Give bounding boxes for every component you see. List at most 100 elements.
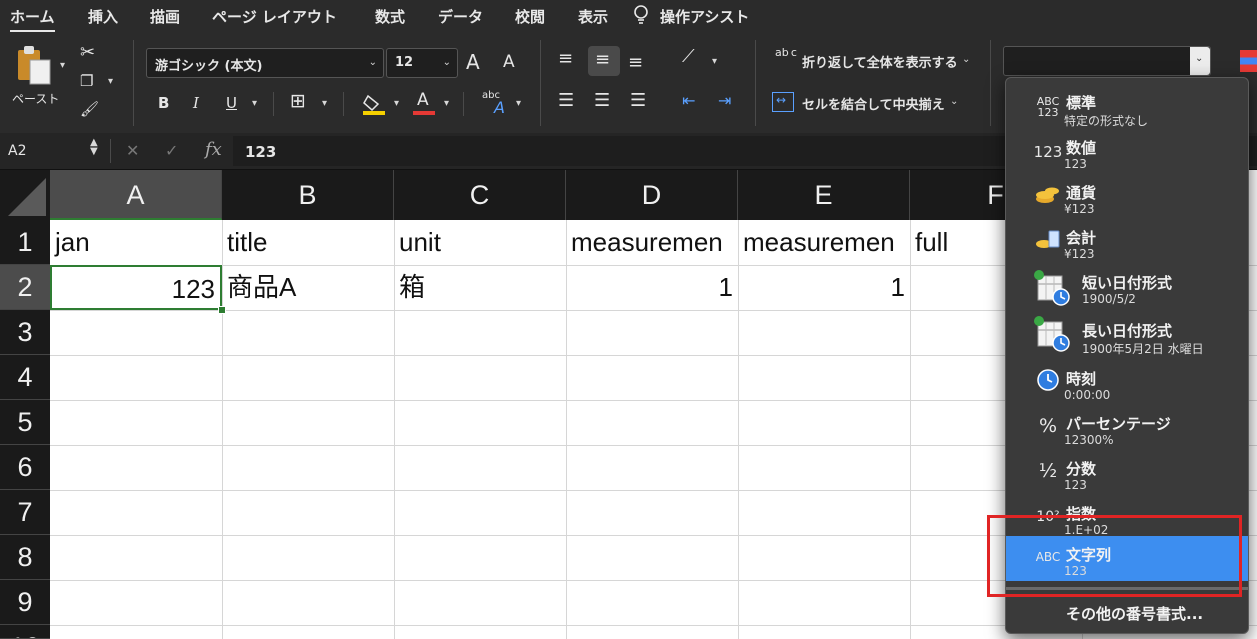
divider <box>463 92 464 116</box>
cell-d1[interactable]: measuremen <box>566 220 738 265</box>
tab-tell-me[interactable]: 操作アシスト <box>660 6 749 27</box>
column-header-e[interactable]: E <box>738 170 910 220</box>
borders-icon[interactable]: ⊞ <box>290 92 306 111</box>
more-number-formats-button[interactable]: その他の番号書式... <box>1006 594 1248 628</box>
tab-review[interactable]: 校閲 <box>515 6 545 27</box>
phonetic-guide-icon[interactable]: abc A <box>482 90 514 118</box>
align-center-icon[interactable]: ☰ <box>594 92 610 110</box>
tab-insert[interactable]: 挿入 <box>88 6 118 27</box>
paste-chevron-down-icon[interactable]: ▾ <box>60 60 65 71</box>
cell-a1[interactable]: jan <box>50 220 222 265</box>
format-painter-icon[interactable]: 🖌 <box>80 100 99 118</box>
calculator-icon <box>1030 229 1066 253</box>
bold-button[interactable]: B <box>158 94 169 112</box>
merge-center-icon[interactable]: ↔ <box>772 92 794 112</box>
tab-data[interactable]: データ <box>438 6 483 27</box>
underline-chevron-down-icon[interactable]: ▾ <box>252 98 257 109</box>
function-icon[interactable]: fx <box>205 139 222 160</box>
menu-item-currency[interactable]: 通貨 ¥123 <box>1006 174 1248 219</box>
fill-color-icon[interactable] <box>362 92 386 116</box>
number-format-dropdown-button[interactable]: ⌄ <box>1190 47 1210 75</box>
row-header-9[interactable]: 9 <box>0 580 50 625</box>
column-header-a[interactable]: A <box>50 170 222 220</box>
row-header-4[interactable]: 4 <box>0 355 50 400</box>
merge-center-button[interactable]: セルを結合して中央揃え <box>802 94 945 113</box>
wrap-text-button[interactable]: 折り返して全体を表示する <box>802 52 958 71</box>
increase-indent-icon[interactable]: ⇥ <box>718 92 731 110</box>
cut-icon[interactable]: ✂ <box>80 44 95 62</box>
percent-icon: % <box>1038 415 1058 437</box>
menu-item-long-date[interactable]: 長い日付形式 1900年5月2日 水曜日 <box>1006 312 1248 360</box>
select-all-corner[interactable] <box>0 170 50 220</box>
cell-e1[interactable]: measuremen <box>738 220 910 265</box>
borders-chevron-down-icon[interactable]: ▾ <box>322 98 327 109</box>
clock-icon <box>1030 368 1066 394</box>
row-header-8[interactable]: 8 <box>0 535 50 580</box>
number-format-select[interactable]: ⌄ <box>1003 46 1211 76</box>
merge-arrows-glyph: ↔ <box>776 93 787 107</box>
shrink-font-button[interactable]: A <box>503 52 515 72</box>
cell-a2[interactable]: 123 <box>50 265 222 310</box>
tab-view[interactable]: 表示 <box>578 6 608 27</box>
cancel-icon[interactable]: ✕ <box>126 141 139 160</box>
grow-font-button[interactable]: A <box>466 50 480 74</box>
font-color-icon[interactable]: A <box>412 90 436 116</box>
merge-center-chevron-down-icon[interactable]: ⌄ <box>950 96 958 107</box>
row-header-5[interactable]: 5 <box>0 400 50 445</box>
align-middle-button[interactable]: ≡ <box>588 46 620 76</box>
tab-page-layout[interactable]: ページ レイアウト <box>212 6 337 27</box>
copy-icon[interactable]: ❐ <box>80 72 93 90</box>
lightbulb-icon[interactable] <box>632 4 650 26</box>
menu-item-general[interactable]: ABC 123 標準 特定の形式なし <box>1006 84 1248 129</box>
column-header-c[interactable]: C <box>394 170 566 220</box>
orientation-icon[interactable]: ⟋ <box>682 48 695 66</box>
paste-icon[interactable] <box>14 44 56 88</box>
column-header-d[interactable]: D <box>566 170 738 220</box>
row-header-10[interactable]: 10 <box>0 625 50 639</box>
copy-chevron-down-icon[interactable]: ▾ <box>108 76 113 87</box>
align-left-icon[interactable]: ☰ <box>558 92 574 110</box>
italic-button[interactable]: I <box>193 94 199 112</box>
align-bottom-icon[interactable]: ≡ <box>628 54 643 72</box>
tab-formulas[interactable]: 数式 <box>375 6 405 27</box>
cell-b1[interactable]: title <box>222 220 394 265</box>
cell-e2[interactable]: 1 <box>738 265 910 310</box>
phonetic-chevron-down-icon[interactable]: ▾ <box>516 98 521 109</box>
cell-c2[interactable]: 箱 <box>394 265 566 310</box>
row-header-1[interactable]: 1 <box>0 220 50 265</box>
row-header-3[interactable]: 3 <box>0 310 50 355</box>
align-top-icon[interactable]: ≡ <box>558 50 573 68</box>
menu-item-number[interactable]: 123 数値 123 <box>1006 129 1248 174</box>
wrap-text-chevron-down-icon[interactable]: ⌄ <box>962 54 970 65</box>
decrease-indent-icon[interactable]: ⇤ <box>682 92 695 110</box>
row-header-7[interactable]: 7 <box>0 490 50 535</box>
orientation-chevron-down-icon[interactable]: ▾ <box>712 56 717 67</box>
tab-home[interactable]: ホーム <box>10 6 55 32</box>
align-right-icon[interactable]: ☰ <box>630 92 646 110</box>
font-size-select[interactable]: 12 ⌄ <box>386 48 458 78</box>
column-header-b[interactable]: B <box>222 170 394 220</box>
menu-item-percentage[interactable]: % パーセンテージ 12300% <box>1006 405 1248 450</box>
cell-b2[interactable]: 商品A <box>222 265 394 310</box>
fill-color-chevron-down-icon[interactable]: ▾ <box>394 98 399 109</box>
font-color-chevron-down-icon[interactable]: ▾ <box>444 98 449 109</box>
wrap-text-icon[interactable]: ab c <box>775 47 797 58</box>
underline-button[interactable]: U <box>226 94 237 112</box>
menu-item-fraction[interactable]: ½ 分数 123 <box>1006 450 1248 495</box>
cell-d2[interactable]: 1 <box>566 265 738 310</box>
menu-item-accounting[interactable]: 会計 ¥123 <box>1006 219 1248 264</box>
font-name-chevron-down-icon[interactable]: ⌄ <box>369 57 377 68</box>
menu-item-time[interactable]: 時刻 0:00:00 <box>1006 360 1248 405</box>
row-header-6[interactable]: 6 <box>0 445 50 490</box>
conditional-format-icon[interactable] <box>1240 50 1257 72</box>
menu-item-sample: 123 <box>1064 478 1087 492</box>
font-size-chevron-down-icon[interactable]: ⌄ <box>443 57 451 68</box>
row-header-2[interactable]: 2 <box>0 265 50 310</box>
font-name-select[interactable]: 游ゴシック (本文) ⌄ <box>146 48 384 78</box>
cell-c1[interactable]: unit <box>394 220 566 265</box>
name-box[interactable]: A2 <box>8 143 26 159</box>
name-box-stepper-icon[interactable]: ▲ ▼ <box>90 138 98 157</box>
tab-draw[interactable]: 描画 <box>150 6 180 27</box>
menu-item-short-date[interactable]: 短い日付形式 1900/5/2 <box>1006 264 1248 312</box>
confirm-icon[interactable]: ✓ <box>165 141 178 160</box>
